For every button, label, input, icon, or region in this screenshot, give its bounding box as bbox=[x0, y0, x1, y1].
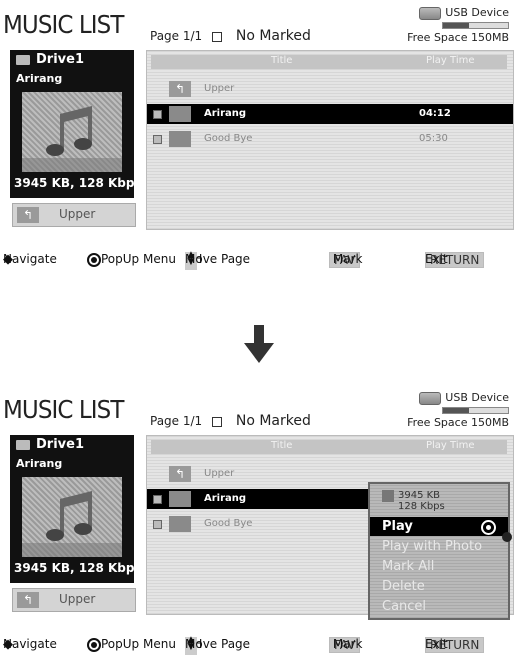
list-item-upper[interactable]: ↰ Upper bbox=[147, 464, 513, 484]
music-thumbnail-icon bbox=[169, 106, 191, 122]
ok-button-icon bbox=[87, 252, 101, 267]
header-play-time: Play Time bbox=[426, 55, 475, 66]
folder-up-icon: ↰ bbox=[17, 592, 39, 608]
folder-up-icon: ↰ bbox=[169, 466, 191, 482]
music-list-screen-after: MUSIC LIST Page 1/1 No Marked USB Device… bbox=[0, 385, 515, 665]
checkbox-icon[interactable] bbox=[153, 135, 162, 144]
usage-bar bbox=[442, 21, 509, 29]
list-item[interactable]: Arirang bbox=[147, 489, 369, 509]
marked-status: No Marked bbox=[235, 28, 311, 44]
free-space: Free Space 150MB bbox=[407, 30, 509, 44]
current-song: Arirang bbox=[16, 457, 63, 470]
page-info: Page 1/1 No Marked bbox=[150, 413, 311, 429]
popup-item-delete[interactable]: Delete bbox=[370, 577, 508, 596]
usb-device-label: USB Device bbox=[445, 6, 509, 19]
fav-hint: FAV Mark bbox=[329, 252, 362, 268]
now-playing-panel: Drive1 Arirang 3945 KB, 128 Kbps bbox=[10, 50, 142, 198]
popup-item-play-with-photo[interactable]: Play with Photo bbox=[370, 537, 508, 556]
page-title: MUSIC LIST bbox=[3, 395, 124, 424]
pointer-icon bbox=[502, 532, 512, 542]
current-song: Arirang bbox=[16, 72, 63, 85]
folder-up-icon: ↰ bbox=[17, 207, 39, 223]
page-title: MUSIC LIST bbox=[3, 10, 124, 39]
header-title: Title bbox=[271, 440, 293, 451]
usb-device-info: USB Device Free Space 150MB bbox=[407, 391, 509, 429]
checkbox-icon[interactable] bbox=[153, 495, 162, 504]
upper-button[interactable]: ↰ Upper bbox=[12, 588, 136, 612]
popup-song-info: 3945 KB 128 Kbps bbox=[382, 490, 445, 512]
song-info: 3945 KB, 128 Kbps bbox=[14, 176, 142, 190]
ok-button-icon bbox=[87, 637, 101, 652]
page-indicator: Page 1/1 bbox=[150, 414, 203, 428]
music-note-icon bbox=[22, 477, 122, 557]
popup-menu: 3945 KB 128 Kbps Play Play with Photo Mar… bbox=[368, 482, 510, 620]
list-item[interactable]: Arirang 04:12 bbox=[147, 104, 513, 124]
list-item[interactable]: Good Bye 05:30 bbox=[147, 129, 513, 149]
radio-selected-icon bbox=[481, 520, 496, 535]
song-info: 3945 KB, 128 Kbps bbox=[14, 561, 142, 575]
popup-item-cancel[interactable]: Cancel bbox=[370, 597, 508, 616]
file-list: Title Play Time ↰ Upper Arirang 04:12 Go… bbox=[146, 50, 514, 230]
popup-item-play[interactable]: Play bbox=[370, 517, 508, 536]
usb-device-label: USB Device bbox=[445, 391, 509, 404]
fav-hint: FAV Mark bbox=[329, 637, 362, 653]
folder-icon bbox=[16, 54, 30, 65]
upper-button[interactable]: ↰ Upper bbox=[12, 203, 136, 227]
list-header: Title Play Time bbox=[151, 440, 507, 454]
popup-menu-hint: PopUp Menu bbox=[87, 637, 176, 652]
free-space: Free Space 150MB bbox=[407, 415, 509, 429]
footer-hints: ◆ Navigate PopUp Menu CH ▲▼ Move Page FA… bbox=[3, 251, 513, 272]
list-item-upper[interactable]: ↰ Upper bbox=[147, 79, 513, 99]
usb-device-info: USB Device Free Space 150MB bbox=[407, 6, 509, 44]
list-item[interactable]: Good Bye bbox=[147, 514, 369, 534]
drive-label: Drive1 bbox=[16, 437, 84, 452]
folder-icon bbox=[16, 439, 30, 450]
marked-status: No Marked bbox=[235, 413, 311, 429]
list-header: Title Play Time bbox=[151, 55, 507, 69]
music-thumbnail-icon bbox=[169, 131, 191, 147]
usb-icon bbox=[419, 6, 442, 20]
checkbox-icon bbox=[212, 416, 223, 427]
folder-up-icon: ↰ bbox=[169, 81, 191, 97]
drive-label: Drive1 bbox=[16, 52, 84, 67]
down-arrow-icon bbox=[244, 325, 274, 363]
music-thumbnail-icon bbox=[382, 490, 394, 502]
music-list-screen-before: MUSIC LIST Page 1/1 No Marked USB Device… bbox=[0, 0, 515, 280]
music-thumbnail-icon bbox=[169, 491, 191, 507]
usb-icon bbox=[419, 391, 442, 405]
checkbox-icon[interactable] bbox=[153, 520, 162, 529]
footer-hints: ◆ Navigate PopUp Menu CH ▲▼ Move Page FA… bbox=[3, 636, 513, 657]
page-info: Page 1/1 No Marked bbox=[150, 28, 311, 44]
page-indicator: Page 1/1 bbox=[150, 29, 203, 43]
header-play-time: Play Time bbox=[426, 440, 475, 451]
music-note-icon bbox=[22, 92, 122, 172]
popup-menu-hint: PopUp Menu bbox=[87, 252, 176, 267]
music-thumbnail-icon bbox=[169, 516, 191, 532]
popup-item-mark-all[interactable]: Mark All bbox=[370, 557, 508, 576]
usage-bar bbox=[442, 406, 509, 414]
header-title: Title bbox=[271, 55, 293, 66]
now-playing-panel: Drive1 Arirang 3945 KB, 128 Kbps bbox=[10, 435, 142, 583]
checkbox-icon[interactable] bbox=[153, 110, 162, 119]
checkbox-icon bbox=[212, 31, 223, 42]
